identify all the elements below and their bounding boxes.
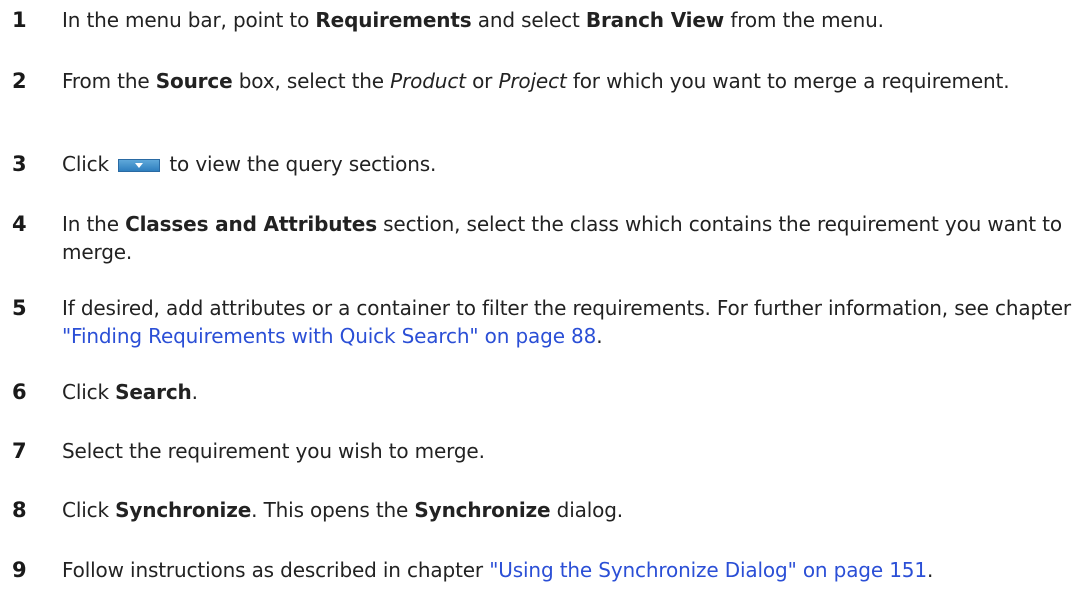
text-run: for which you want to merge a requiremen…: [566, 69, 1010, 93]
text-run: Click: [62, 498, 116, 522]
text-run: .: [191, 380, 198, 404]
step-number: 3: [12, 152, 27, 176]
step-number: 8: [12, 498, 27, 522]
cross-reference-link[interactable]: "Finding Requirements with Quick Search"…: [62, 324, 596, 348]
step-text: In the Classes and Attributes section, s…: [62, 210, 1072, 266]
text-run: .: [596, 324, 603, 348]
text-run: Click: [62, 380, 116, 404]
ui-term: Synchronize: [414, 498, 551, 522]
step-text: In the menu bar, point to Requirements a…: [62, 6, 1072, 34]
emphasis-term: Product: [390, 69, 466, 93]
text-run: or: [465, 69, 499, 93]
document-page: 1 In the menu bar, point to Requirements…: [0, 0, 1080, 606]
text-run: Select the requirement you wish to merge…: [62, 439, 485, 463]
ui-term: Classes and Attributes: [125, 212, 377, 236]
dropdown-expand-icon: [118, 159, 161, 172]
text-run: .: [926, 558, 934, 582]
ui-term: Source: [155, 69, 233, 93]
step-text: Click Search.: [62, 378, 1072, 406]
text-run: dialog.: [550, 498, 623, 522]
text-run: Click: [62, 152, 116, 176]
text-run: from the menu.: [724, 8, 884, 32]
step-text: If desired, add attributes or a containe…: [62, 294, 1072, 350]
step-number: 9: [12, 558, 27, 582]
text-run: If desired, add attributes or a containe…: [62, 296, 1071, 320]
text-run: box, select the: [232, 69, 391, 93]
ui-term: Search: [115, 380, 192, 404]
ui-term: Synchronize: [115, 498, 252, 522]
text-run: From the: [62, 69, 156, 93]
cross-reference-link[interactable]: "Using the Synchronize Dialog" on page 1…: [489, 558, 927, 582]
text-run: In the: [62, 212, 126, 236]
text-run: In the menu bar, point to: [62, 8, 316, 32]
step-number: 2: [12, 69, 27, 93]
text-run: and select: [471, 8, 586, 32]
emphasis-term: Project: [498, 69, 567, 93]
text-run: . This opens the: [251, 498, 415, 522]
step-number: 6: [12, 380, 27, 404]
step-number: 1: [12, 8, 27, 32]
step-text: Click Synchronize. This opens the Synchr…: [62, 496, 1072, 524]
step-text: Follow instructions as described in chap…: [62, 556, 1072, 584]
step-number: 5: [12, 296, 27, 320]
step-text: Click to view the query sections.: [62, 150, 1072, 178]
ui-term: Requirements: [315, 8, 472, 32]
step-number: 7: [12, 439, 27, 463]
text-run: to view the query sections.: [163, 152, 437, 176]
step-number: 4: [12, 212, 27, 236]
step-text: Select the requirement you wish to merge…: [62, 437, 1072, 465]
step-text: From the Source box, select the Product …: [62, 67, 1072, 95]
text-run: Follow instructions as described in chap…: [62, 558, 490, 582]
ui-term: Branch View: [585, 8, 725, 32]
